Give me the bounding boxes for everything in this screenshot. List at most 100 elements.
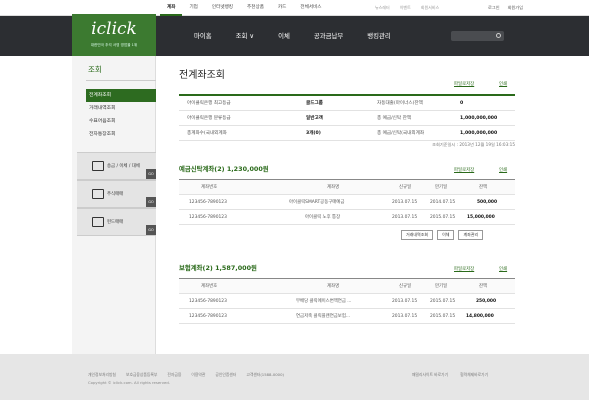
insurance-count: (2) xyxy=(202,264,213,272)
insurance-save-file-link[interactable]: 파일로저장 xyxy=(454,266,474,272)
mainnav-item-bill-payment[interactable]: 공과금납부 xyxy=(302,16,355,56)
insurance-title: 보험계좌 xyxy=(179,264,203,272)
deposit-table: 계좌번호 계좌명 신규일 만기일 잔액 123456-7890123 아이클릭S… xyxy=(179,179,515,225)
footer-link[interactable]: 공인인증센터 xyxy=(215,372,246,378)
cell-balance: 500,000 xyxy=(477,200,497,205)
quick-stock-button[interactable]: 주식매매 GO xyxy=(77,180,156,208)
login-link[interactable]: 로그인 xyxy=(484,0,504,16)
transfer-icon xyxy=(92,161,104,171)
summary-row: 총계좌수(국내외계좌 3개(0) 총 예금/신탁(국내외계좌 1,000,000… xyxy=(179,126,515,141)
quick-transfer-label: 송금 / 이체 / 대체 xyxy=(107,164,140,169)
column-header: 계좌명 xyxy=(327,284,340,289)
topnav-item-business[interactable]: 기업 xyxy=(182,0,204,16)
cell-open-date: 2013.07.15 xyxy=(392,299,418,304)
partner-link[interactable]: 협력체제바로가기 xyxy=(460,372,500,378)
toplink-member-service[interactable]: 회원서비스 xyxy=(416,0,444,16)
cell-maturity-date: 2015.07.15 xyxy=(430,299,456,304)
quick-stock-go[interactable]: GO xyxy=(146,197,156,207)
summary-row: 아이클릭은행 분류등급 일반고객 총 예금/신탁 잔액 1,000,000,00… xyxy=(179,111,515,126)
briefcase-icon xyxy=(92,217,104,227)
cell-account-name: 아이클릭SMART공동구매예금 xyxy=(289,200,345,205)
save-file-link[interactable]: 파일로저장 xyxy=(454,81,474,87)
cell-open-date: 2013.07.15 xyxy=(392,200,418,205)
family-site-link[interactable]: 패밀리사이트 바로가기 xyxy=(412,372,460,378)
insurance-section-title: 보험계좌(2) 1,587,000원 xyxy=(179,263,257,272)
cell-balance: 250,000 xyxy=(476,299,496,304)
topnav-item-internet-banking[interactable]: 인터넷뱅킹 xyxy=(205,0,240,16)
summary-label: 총 예금/신탁(국내외계좌 xyxy=(377,131,425,136)
deposit-print-link[interactable]: 인쇄 xyxy=(499,167,507,173)
table-row[interactable]: 123456-7890123 무배당 클릭에이스변액연금 ... 2013.07… xyxy=(179,294,515,309)
table-row[interactable]: 123456-7890123 연금저축 클릭플랜연금보험... 2013.07.… xyxy=(179,309,515,324)
topnav-item-products[interactable]: 추천상품 xyxy=(240,0,271,16)
table-row[interactable]: 123456-7890123 아이클릭SMART공동구매예금 2013.07.1… xyxy=(179,195,515,210)
logo-name: iclick xyxy=(91,19,137,39)
quick-fund-button[interactable]: 펀드매매 GO xyxy=(77,208,156,236)
sidebar-item-all-accounts[interactable]: 전계좌조회 xyxy=(86,89,156,102)
as-of-timestamp: 조회기준일시 : 2013년 12월 19일 16:03:15 xyxy=(432,142,515,147)
logo-tagline: 대한민국 추석 서영 영업을 1위 xyxy=(90,43,138,47)
footer-link[interactable]: 고객센터(1588-0000) xyxy=(246,372,294,378)
quick-transfer-button[interactable]: 송금 / 이체 / 대체 GO xyxy=(77,152,156,180)
summary-value: 3개(0) xyxy=(306,131,321,136)
sidebar-item-e-passbook[interactable]: 전자통장조회 xyxy=(86,128,156,141)
mainnav-item-transfer[interactable]: 이체 xyxy=(266,16,302,56)
footer-link[interactable]: 이용약관 xyxy=(191,372,215,378)
mainnav-item-myhome[interactable]: 마이홈 xyxy=(182,16,224,56)
footer-right-links: 패밀리사이트 바로가기 협력체제바로가기 xyxy=(412,372,500,378)
transfer-button[interactable]: 이체 xyxy=(437,230,455,240)
cell-account-no: 123456-7890123 xyxy=(189,314,227,319)
summary-label: 총계좌수(국내외계좌 xyxy=(187,131,227,136)
toplink-newsletter[interactable]: 뉴스레터 xyxy=(370,0,395,16)
cell-account-no: 123456-7890123 xyxy=(189,200,227,205)
summary-value: 일반고객 xyxy=(306,116,323,121)
cell-account-no: 123456-7890123 xyxy=(189,215,227,220)
monitor-icon xyxy=(92,189,104,199)
mainnav-item-inquiry[interactable]: 조회 ∨ xyxy=(224,16,266,56)
insurance-table: 계좌번호 계좌명 신규일 만기일 잔액 123456-7890123 무배당 클… xyxy=(179,278,515,324)
user-links: 로그인 회원가입 xyxy=(484,0,527,16)
footer-link[interactable]: 개인정보처리방침 xyxy=(88,372,126,378)
sidebar-item-check-bill[interactable]: 수표어음조회 xyxy=(86,115,156,128)
account-management-button[interactable]: 계좌관리 xyxy=(458,230,484,240)
cell-open-date: 2013.07.15 xyxy=(392,215,418,220)
insurance-total: 1,587,000원 xyxy=(215,264,257,272)
sidebar-title: 조회 xyxy=(88,65,102,74)
deposit-title: 예금신탁계좌 xyxy=(179,165,215,173)
transaction-history-button[interactable]: 거래내역조회 xyxy=(401,230,434,240)
footer: 개인정보처리방침 보호금융상품등록부 전자금융 이용약관 공인인증센터 고객센터… xyxy=(0,354,589,400)
deposit-action-buttons: 거래내역조회 이체 계좌관리 xyxy=(397,230,484,240)
footer-link[interactable]: 보호금융상품등록부 xyxy=(126,372,167,378)
summary-label: 자동대출(마이너스)잔액 xyxy=(377,101,423,106)
sidebar: 조회 전계좌조회 거래내역조회 수표어음조회 전자통장조회 송금 / 이체 / … xyxy=(72,56,156,354)
logo[interactable]: iclick 대한민국 추석 서영 영업을 1위 xyxy=(72,14,156,56)
cell-maturity-date: 2015.07.15 xyxy=(430,215,456,220)
summary-value: 1,000,000,000 xyxy=(460,116,498,121)
search-input[interactable] xyxy=(451,39,493,50)
cell-account-name: 연금저축 클릭플랜연금보험... xyxy=(296,314,351,319)
cell-maturity-date: 2015.07.15 xyxy=(430,314,456,319)
copyright: Copyright © iclick.com. All rights reser… xyxy=(88,380,170,385)
topnav-item-card[interactable]: 카드 xyxy=(271,0,293,16)
topnav-item-account[interactable]: 계좌 xyxy=(160,0,183,16)
deposit-save-file-link[interactable]: 파일로저장 xyxy=(454,167,474,173)
column-header: 신규일 xyxy=(399,284,412,289)
main-nav: 마이홈 조회 ∨ 이체 공과금납부 뱅킹관리 xyxy=(182,16,403,56)
column-header: 계좌번호 xyxy=(201,284,218,289)
quick-fund-go[interactable]: GO xyxy=(146,225,156,235)
column-header: 만기일 xyxy=(435,185,448,190)
toplink-event[interactable]: 이벤트 xyxy=(395,0,416,16)
sidebar-item-transactions[interactable]: 거래내역조회 xyxy=(86,102,156,115)
print-link[interactable]: 인쇄 xyxy=(499,81,507,87)
topnav-item-all-services[interactable]: 전체서비스 xyxy=(293,0,328,16)
search-icon[interactable] xyxy=(496,33,501,38)
cell-account-name: 아이클릭 노후 통장 xyxy=(305,215,341,220)
quick-transfer-go[interactable]: GO xyxy=(146,169,156,179)
insurance-print-link[interactable]: 인쇄 xyxy=(499,266,507,272)
summary-label: 아이클릭은행 분류등급 xyxy=(187,116,231,121)
mainnav-item-banking-management[interactable]: 뱅킹관리 xyxy=(355,16,403,56)
footer-link[interactable]: 전자금융 xyxy=(167,372,191,378)
signup-link[interactable]: 회원가입 xyxy=(504,0,527,16)
table-row[interactable]: 123456-7890123 아이클릭 노후 통장 2013.07.15 201… xyxy=(179,210,515,225)
summary-row: 아이클릭은행 최고등급 골드그룹 자동대출(마이너스)잔액 0 xyxy=(179,96,515,111)
